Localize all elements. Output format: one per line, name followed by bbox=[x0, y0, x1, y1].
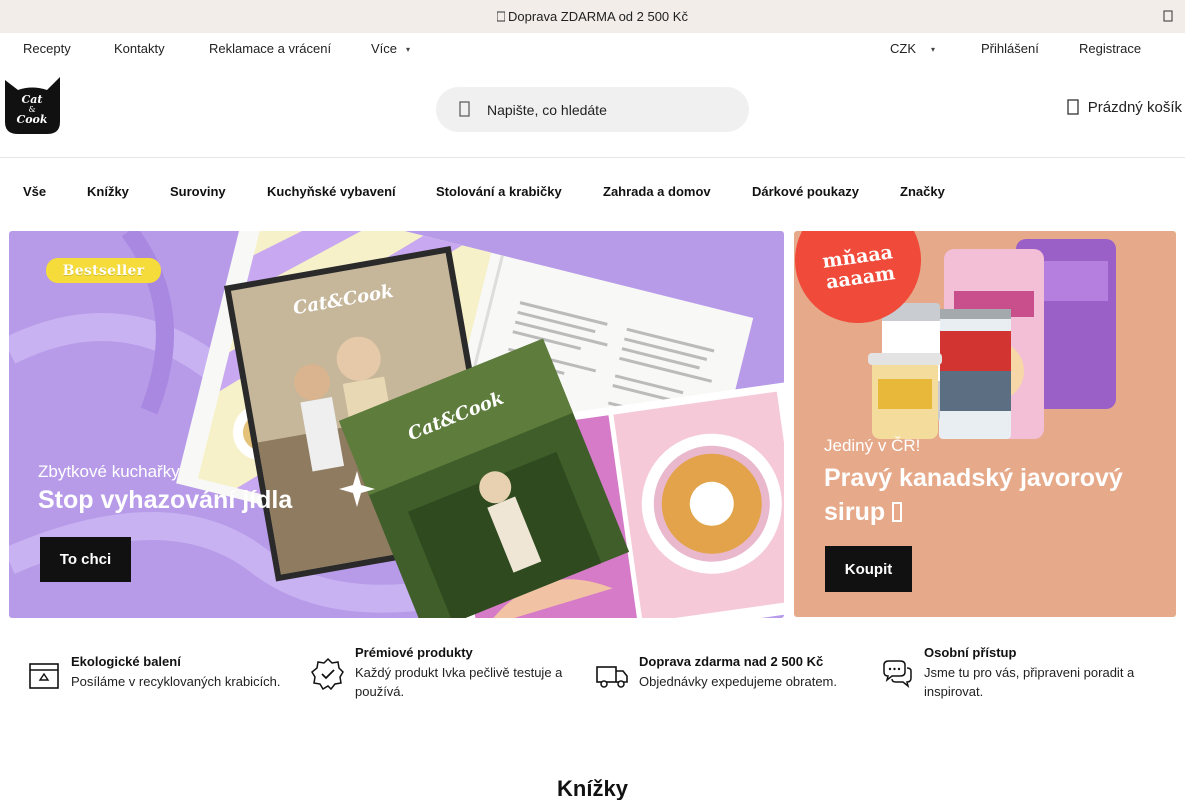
banner-maple-syrup[interactable]: mňaaa aaaam Jediný v ČR! Pravý kanadský … bbox=[794, 231, 1176, 617]
chevron-down-icon: ▾ bbox=[406, 45, 411, 55]
cart-button[interactable]: Prázdný košík bbox=[1067, 98, 1182, 116]
chevron-down-icon: ▾ bbox=[931, 45, 936, 55]
currency-selector[interactable]: CZK ▾ bbox=[890, 41, 935, 56]
close-icon[interactable] bbox=[1163, 10, 1173, 22]
maple-leaf-icon bbox=[892, 502, 903, 522]
category-gift-vouchers[interactable]: Dárkové poukazy bbox=[752, 184, 859, 199]
header-divider bbox=[0, 157, 1185, 158]
banner-cookbooks[interactable]: Cat&Cook Cat&Cook Bestseller Zbytkové ku… bbox=[9, 231, 784, 618]
badge-check-icon bbox=[311, 657, 344, 691]
to-chci-button[interactable]: To chci bbox=[40, 537, 131, 582]
eco-box-icon bbox=[29, 663, 59, 689]
category-kitchen-equipment[interactable]: Kuchyňské vybavení bbox=[267, 184, 396, 199]
banner-maple-title-text: Pravý kanadský javorový sirup bbox=[824, 464, 1123, 526]
category-all[interactable]: Vše bbox=[23, 184, 46, 199]
cart-icon bbox=[1067, 99, 1079, 115]
search-input[interactable] bbox=[487, 87, 737, 132]
feature-title: Ekologické balení bbox=[71, 654, 181, 669]
truck-icon bbox=[596, 666, 628, 688]
announcement-text: Doprava ZDARMA od 2 500 Kč bbox=[508, 9, 688, 24]
feature-eco-packaging: Ekologické balení Posíláme v recyklovaný… bbox=[27, 654, 281, 692]
nav-link-recipes[interactable]: Recepty bbox=[23, 41, 71, 56]
truck-icon bbox=[497, 11, 506, 22]
nav-link-returns[interactable]: Reklamace a vrácení bbox=[209, 41, 331, 56]
feature-premium-products: Prémiové produkty Každý produkt Ivka peč… bbox=[311, 645, 570, 701]
announcement-bar: Doprava ZDARMA od 2 500 Kč bbox=[0, 0, 1185, 33]
feature-desc: Jsme tu pro vás, připraveni poradit a in… bbox=[924, 665, 1135, 699]
bestseller-badge: Bestseller bbox=[46, 258, 161, 283]
feature-title: Prémiové produkty bbox=[355, 645, 473, 660]
feature-title: Osobní přístup bbox=[924, 645, 1017, 660]
nav-link-contacts[interactable]: Kontakty bbox=[114, 41, 165, 56]
banner-maple-subtitle: Jediný v ČR! bbox=[824, 436, 921, 455]
feature-desc: Posíláme v recyklovaných krabicích. bbox=[71, 674, 281, 689]
banner-cookbooks-subtitle: Zbytkové kuchařky bbox=[38, 462, 180, 481]
feature-personal-approach: Osobní přístup Jsme tu pro vás, připrave… bbox=[880, 645, 1154, 701]
feature-free-shipping: Doprava zdarma nad 2 500 Kč Objednávky e… bbox=[595, 654, 837, 692]
feature-desc: Objednávky expedujeme obratem. bbox=[639, 674, 838, 689]
banner-cookbooks-title: Stop vyhazování jídla bbox=[38, 486, 293, 514]
feature-desc: Každý produkt Ivka pečlivě testuje a pou… bbox=[355, 665, 563, 699]
top-utility-nav: Recepty Kontakty Reklamace a vrácení Víc… bbox=[0, 33, 1185, 63]
category-books[interactable]: Knížky bbox=[87, 184, 129, 199]
category-ingredients[interactable]: Suroviny bbox=[170, 184, 226, 199]
category-brands[interactable]: Značky bbox=[900, 184, 945, 199]
login-link[interactable]: Přihlášení bbox=[981, 41, 1039, 56]
search-icon[interactable] bbox=[456, 101, 472, 117]
nav-more-dropdown[interactable]: Více ▾ bbox=[371, 41, 410, 56]
chat-icon bbox=[883, 660, 912, 688]
cart-label: Prázdný košík bbox=[1087, 98, 1182, 116]
cat-cook-logo[interactable]: Cat & Cook bbox=[4, 76, 61, 134]
banner-maple-title: Pravý kanadský javorový sirup bbox=[824, 461, 1164, 529]
nav-more-label: Více bbox=[371, 41, 398, 56]
koupit-button[interactable]: Koupit bbox=[825, 546, 912, 592]
register-link[interactable]: Registrace bbox=[1079, 41, 1141, 56]
category-garden-home[interactable]: Zahrada a domov bbox=[603, 184, 711, 199]
currency-label: CZK bbox=[890, 41, 916, 56]
category-dining-boxes[interactable]: Stolování a krabičky bbox=[436, 184, 562, 199]
feature-title: Doprava zdarma nad 2 500 Kč bbox=[639, 654, 824, 669]
search-bar bbox=[436, 87, 749, 132]
svg-text:Cook: Cook bbox=[16, 113, 47, 126]
section-title-books: Knížky bbox=[557, 776, 628, 800]
